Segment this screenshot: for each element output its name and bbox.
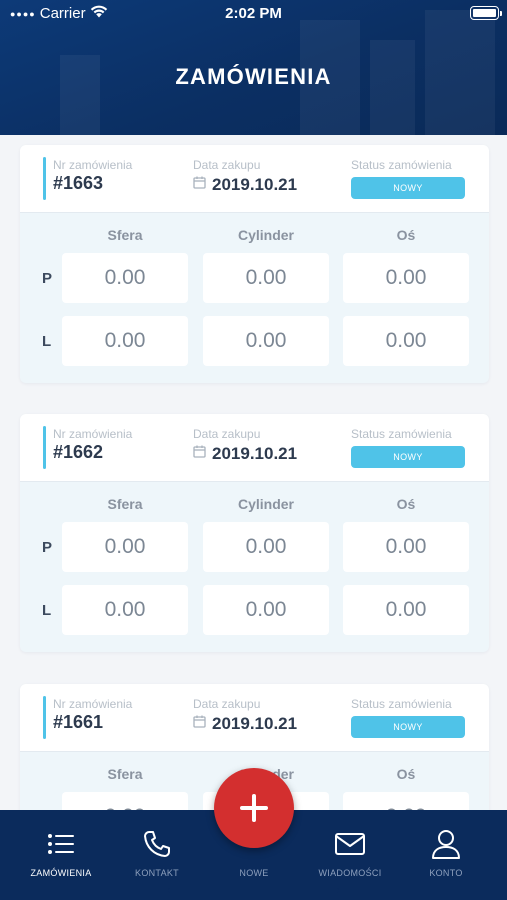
home-indicator xyxy=(168,888,339,893)
purchase-date: 2019.10.21 xyxy=(212,444,298,463)
value-cell: 0.00 xyxy=(62,522,188,572)
purchase-date-label: Data zakupu xyxy=(193,697,261,711)
status-time: 2:02 PM xyxy=(225,5,282,22)
purchase-date-label: Data zakupu xyxy=(193,427,261,441)
column-header: Sfera xyxy=(107,766,143,782)
value-cell: 0.00 xyxy=(203,253,329,303)
purchase-date: 2019.10.21 xyxy=(212,175,298,194)
row-label-left: L xyxy=(42,333,52,350)
status-bar: ●●●● Carrier 2:02 PM xyxy=(0,0,507,28)
nav-messages[interactable]: WIADOMOŚCI xyxy=(305,810,395,878)
column-header: Oś xyxy=(396,496,416,512)
row-label-right: P xyxy=(42,539,53,556)
value-cell: 0.00 xyxy=(343,253,469,303)
phone-icon xyxy=(112,824,202,864)
value-cell: 0.00 xyxy=(62,316,188,366)
purchase-date-label: Data zakupu xyxy=(193,158,261,172)
header: ●●●● Carrier 2:02 PM ZAMÓWIENIA xyxy=(0,0,507,135)
page-title: ZAMÓWIENIA xyxy=(175,64,332,89)
user-icon xyxy=(401,824,491,864)
status-badge: NOWY xyxy=(351,716,465,738)
plus-icon xyxy=(240,794,268,822)
accent-bar xyxy=(43,426,46,469)
nav-orders-label: ZAMÓWIENIA xyxy=(30,868,92,878)
order-number-label: Nr zamówienia xyxy=(53,427,133,441)
value-cell: 0.00 xyxy=(343,522,469,572)
column-header: Cylinder xyxy=(237,496,294,512)
order-number: #1662 xyxy=(53,442,104,462)
column-header: Oś xyxy=(396,227,416,243)
value-cell: 0.00 xyxy=(343,316,469,366)
list-icon xyxy=(16,824,106,864)
nav-account[interactable]: KONTO xyxy=(401,810,491,878)
accent-bar xyxy=(43,157,46,200)
order-number: #1661 xyxy=(53,712,104,732)
status-badge: NOWY xyxy=(351,177,465,199)
nav-contact-label: KONTAKT xyxy=(135,868,179,878)
column-header: Cylinder xyxy=(237,227,294,243)
order-card-header: Nr zamówienia #1663 Data zakupu 2019.10.21 S… xyxy=(20,145,489,213)
column-header: Oś xyxy=(396,766,416,782)
order-status-label: Status zamówienia xyxy=(351,697,452,711)
add-order-button[interactable] xyxy=(214,768,294,848)
order-number-label: Nr zamówienia xyxy=(53,697,133,711)
value-cell: 0.00 xyxy=(343,792,469,810)
purchase-date: 2019.10.21 xyxy=(212,714,298,733)
value-cell: 0.00 xyxy=(343,585,469,635)
status-badge: NOWY xyxy=(351,446,465,468)
battery-icon xyxy=(470,6,502,20)
prescription-grid: Sfera Cylinder Oś P L 0.00 0.00 0.00 0.00 0.00 0.0… xyxy=(20,482,489,652)
calendar-icon xyxy=(193,445,206,463)
value-cell: 0.00 xyxy=(62,253,188,303)
value-cell: 0.00 xyxy=(203,522,329,572)
column-header: Sfera xyxy=(107,496,143,512)
order-card-header: Nr zamówienia #1662 Data zakupu 2019.10.21 S… xyxy=(20,414,489,482)
order-card[interactable]: Nr zamówienia #1663 Data zakupu 2019.10.21 S… xyxy=(20,145,489,383)
accent-bar xyxy=(43,696,46,739)
order-card[interactable]: Nr zamówienia #1662 Data zakupu 2019.10.21 S… xyxy=(20,414,489,652)
nav-new-label: NOWE xyxy=(239,868,269,878)
order-status-label: Status zamówienia xyxy=(351,427,452,441)
nav-contact[interactable]: KONTAKT xyxy=(112,810,202,878)
row-label-right: P xyxy=(42,270,53,287)
envelope-icon xyxy=(305,824,395,864)
prescription-grid: Sfera Cylinder Oś P L 0.00 0.00 0.00 0.00 0.00 0.0… xyxy=(20,213,489,383)
calendar-icon xyxy=(193,715,206,733)
nav-orders[interactable]: ZAMÓWIENIA xyxy=(16,810,106,878)
value-cell: 0.00 xyxy=(203,316,329,366)
calendar-icon xyxy=(193,176,206,194)
nav-messages-label: WIADOMOŚCI xyxy=(318,868,382,878)
value-cell: 0.00 xyxy=(62,792,188,810)
value-cell: 0.00 xyxy=(62,585,188,635)
order-card-header: Nr zamówienia #1661 Data zakupu 2019.10.21 S… xyxy=(20,684,489,752)
order-number: #1663 xyxy=(53,173,104,193)
order-status-label: Status zamówienia xyxy=(351,158,452,172)
order-number-label: Nr zamówienia xyxy=(53,158,133,172)
nav-account-label: KONTO xyxy=(429,868,463,878)
value-cell: 0.00 xyxy=(203,585,329,635)
orders-list[interactable]: Nr zamówienia #1663 Data zakupu 2019.10.21 S… xyxy=(0,135,507,810)
column-header: Sfera xyxy=(107,227,143,243)
row-label-left: L xyxy=(42,602,52,619)
